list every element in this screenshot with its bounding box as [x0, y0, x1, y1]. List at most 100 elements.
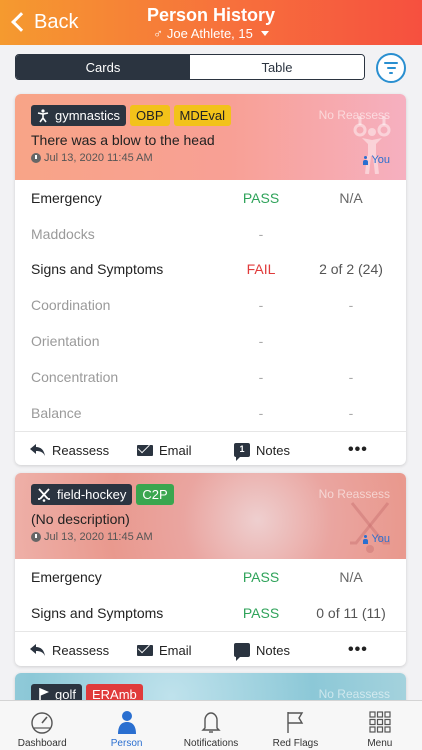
timestamp: Jul 13, 2020 11:45 AM: [31, 152, 153, 164]
reassess-label: Reassess: [52, 642, 110, 658]
row-result: PASS: [242, 568, 280, 585]
injury-description: There was a blow to the head: [31, 132, 215, 148]
tag-badge: OBP: [130, 105, 170, 126]
tab-person[interactable]: Person: [84, 701, 168, 750]
tab-bar: Dashboard Person Notifications Red Flags: [0, 700, 422, 750]
row-count: -: [348, 404, 354, 421]
email-label: Email: [159, 442, 192, 458]
result-row: Signs and Symptoms FAIL 2 of 2 (24): [15, 252, 406, 288]
person-icon: [117, 711, 136, 734]
field-hockey-icon: [38, 487, 50, 502]
tab-cards[interactable]: Cards: [16, 55, 190, 79]
tab-dashboard[interactable]: Dashboard: [0, 701, 84, 750]
row-count: -: [348, 297, 354, 314]
more-button[interactable]: •••: [348, 641, 368, 659]
card-header: field-hockey C2P No Reassess (No descrip…: [15, 473, 406, 559]
email-button[interactable]: Email: [137, 643, 192, 658]
result-row: Maddocks -: [15, 216, 406, 252]
notes-button[interactable]: 1 Notes: [234, 442, 290, 462]
row-result: PASS: [242, 189, 280, 206]
row-result: -: [258, 404, 264, 421]
person-selector[interactable]: ♂ Joe Athlete, 15: [0, 26, 422, 41]
tab-table[interactable]: Table: [190, 55, 364, 79]
row-result: -: [258, 225, 264, 242]
author-text: You: [371, 154, 390, 166]
tab-menu[interactable]: Menu: [338, 701, 422, 750]
row-name: Signs and Symptoms: [31, 604, 164, 621]
result-row: Coordination - -: [15, 287, 406, 323]
person-icon: [362, 155, 369, 165]
reply-icon: [30, 644, 45, 657]
sport-tag: field-hockey: [31, 484, 133, 505]
row-name: Concentration: [31, 368, 119, 385]
view-toggle: Cards Table: [15, 54, 365, 80]
tab-label: Dashboard: [17, 738, 67, 749]
clock-icon: [31, 532, 41, 542]
author-label: You: [362, 533, 390, 545]
results-list: Emergency PASS N/A Maddocks - Signs and …: [15, 180, 406, 431]
tag-badge: C2P: [136, 484, 174, 505]
reassess-button[interactable]: Reassess: [29, 643, 109, 658]
history-card[interactable]: field-hockey C2P No Reassess (No descrip…: [15, 473, 406, 666]
male-icon: ♂: [153, 26, 163, 41]
caret-down-icon: [260, 31, 269, 36]
result-row: Signs and Symptoms PASS 0 of 11 (11): [15, 595, 406, 631]
tab-red-flags[interactable]: Red Flags: [253, 701, 337, 750]
mail-icon: [137, 644, 153, 656]
row-count: 2 of 2 (24): [319, 261, 383, 278]
filter-button[interactable]: [376, 53, 406, 83]
sport-label: gymnastics: [55, 108, 121, 123]
result-row: Balance - -: [15, 395, 406, 431]
card-actions: Reassess Email 1 Notes •••: [15, 430, 406, 465]
more-button[interactable]: •••: [348, 441, 368, 459]
row-name: Emergency: [31, 189, 102, 206]
card-actions: Reassess Email Notes •••: [15, 630, 406, 666]
tab-label: Red Flags: [272, 738, 319, 749]
result-row: Orientation -: [15, 323, 406, 359]
reply-icon: [30, 444, 45, 457]
notes-label: Notes: [256, 642, 290, 658]
tab-notifications[interactable]: Notifications: [169, 701, 253, 750]
gauge-icon: [31, 712, 53, 734]
row-result: -: [258, 368, 264, 385]
card-header: gymnastics OBP MDEval No Reassess There …: [15, 94, 406, 180]
injury-description: (No description): [31, 511, 130, 527]
reassess-button[interactable]: Reassess: [29, 443, 109, 458]
row-count: N/A: [339, 189, 363, 206]
notes-label: Notes: [256, 442, 290, 458]
history-card[interactable]: gymnastics OBP MDEval No Reassess There …: [15, 94, 406, 465]
row-name: Orientation: [31, 333, 100, 350]
bell-icon: [201, 712, 221, 733]
page-title: Person History: [146, 5, 276, 25]
clock-icon: [31, 153, 41, 163]
author-label: You: [362, 154, 390, 166]
date-text: Jul 13, 2020 11:45 AM: [44, 152, 153, 164]
notes-button[interactable]: Notes: [234, 642, 290, 662]
notes-icon: [234, 643, 250, 662]
row-name: Emergency: [31, 568, 102, 585]
gymnastics-icon: [37, 108, 49, 122]
field-hockey-watermark-icon: [350, 502, 390, 553]
person-name: Joe Athlete, 15: [166, 26, 253, 41]
results-list: Emergency PASS N/A Signs and Symptoms PA…: [15, 559, 406, 631]
row-result: FAIL: [246, 261, 276, 278]
reassess-label: Reassess: [52, 442, 110, 458]
email-button[interactable]: Email: [137, 443, 192, 458]
person-icon: [362, 534, 369, 544]
row-result: PASS: [242, 604, 280, 621]
result-row: Concentration - -: [15, 359, 406, 395]
email-label: Email: [159, 642, 192, 658]
row-name: Maddocks: [31, 225, 95, 242]
tab-label: Person: [110, 738, 143, 749]
row-name: Signs and Symptoms: [31, 261, 164, 278]
tab-label: Notifications: [183, 738, 239, 749]
flag-icon: [287, 712, 304, 733]
timestamp: Jul 13, 2020 11:45 AM: [31, 531, 153, 543]
author-text: You: [371, 533, 390, 545]
sport-label: field-hockey: [57, 487, 127, 502]
row-result: -: [258, 297, 264, 314]
grid-icon: [369, 711, 391, 733]
row-name: Balance: [31, 404, 82, 421]
filter-icon-line: [389, 72, 393, 74]
sport-tag: gymnastics: [31, 105, 127, 126]
